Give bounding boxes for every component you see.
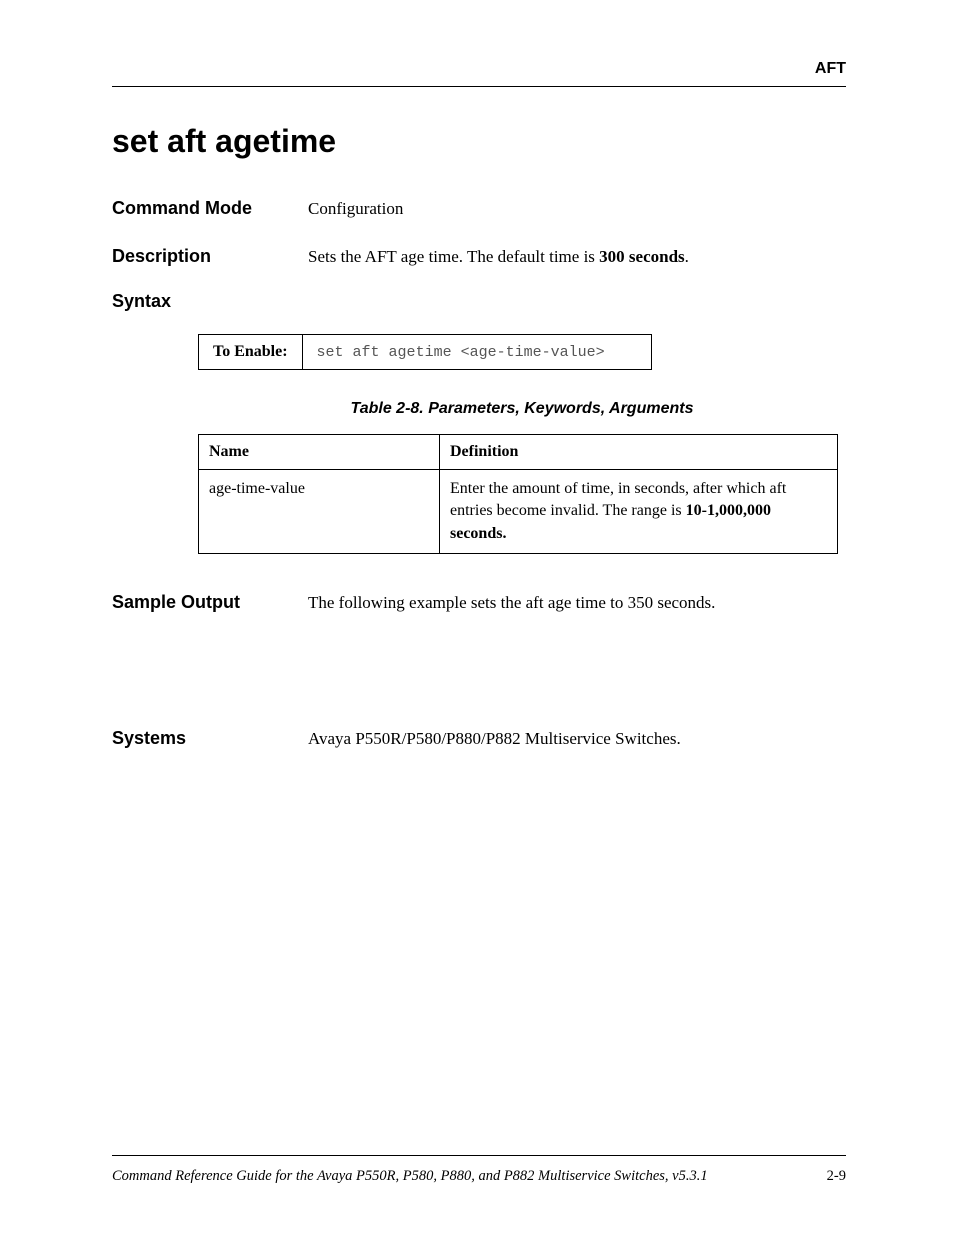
- footer-page-number: 2-9: [827, 1168, 846, 1185]
- param-table-header-row: Name Definition: [199, 435, 838, 470]
- command-mode-label: Command Mode: [112, 198, 308, 219]
- param-table-wrap: Name Definition age-time-value Enter the…: [198, 434, 846, 554]
- syntax-row: Syntax: [112, 291, 846, 312]
- param-header-name: Name: [199, 435, 440, 470]
- syntax-label: Syntax: [112, 291, 308, 312]
- command-title: set aft agetime: [112, 123, 846, 160]
- description-bold: 300 seconds: [599, 247, 684, 266]
- param-table-caption: Table 2-8. Parameters, Keywords, Argumen…: [198, 400, 846, 418]
- param-def-cell: Enter the amount of time, in seconds, af…: [440, 470, 838, 554]
- sample-output-row: Sample Output The following example sets…: [112, 590, 846, 616]
- param-header-definition: Definition: [440, 435, 838, 470]
- systems-label: Systems: [112, 728, 308, 749]
- syntax-table: To Enable: set aft agetime <age-time-val…: [198, 334, 652, 370]
- systems-row: Systems Avaya P550R/P580/P880/P882 Multi…: [112, 726, 846, 752]
- syntax-enable-label: To Enable:: [199, 335, 303, 370]
- description-prefix: Sets the AFT age time. The default time …: [308, 247, 599, 266]
- sample-output-value: The following example sets the aft age t…: [308, 590, 715, 616]
- param-name-cell: age-time-value: [199, 470, 440, 554]
- description-label: Description: [112, 246, 308, 267]
- systems-value: Avaya P550R/P580/P880/P882 Multiservice …: [308, 726, 681, 752]
- header-rule: [112, 86, 846, 87]
- command-mode-row: Command Mode Configuration: [112, 196, 846, 222]
- param-table: Name Definition age-time-value Enter the…: [198, 434, 838, 554]
- syntax-enable-row: To Enable: set aft agetime <age-time-val…: [199, 335, 652, 370]
- command-mode-value: Configuration: [308, 196, 403, 222]
- description-value: Sets the AFT age time. The default time …: [308, 244, 689, 270]
- sample-output-label: Sample Output: [112, 592, 308, 613]
- syntax-enable-cmd: set aft agetime <age-time-value>: [302, 335, 651, 370]
- description-row: Description Sets the AFT age time. The d…: [112, 244, 846, 270]
- section-header: AFT: [112, 60, 846, 78]
- param-table-row: age-time-value Enter the amount of time,…: [199, 470, 838, 554]
- description-suffix: .: [685, 247, 689, 266]
- footer-text: Command Reference Guide for the Avaya P5…: [112, 1168, 708, 1185]
- page-footer: Command Reference Guide for the Avaya P5…: [112, 1155, 846, 1185]
- document-page: AFT set aft agetime Command Mode Configu…: [0, 0, 954, 1235]
